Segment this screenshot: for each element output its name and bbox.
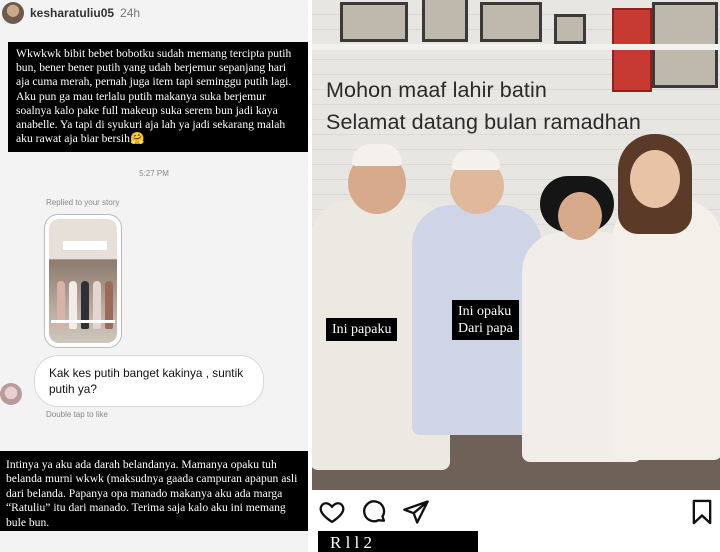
picture-frame <box>554 14 586 44</box>
story-caption-strip <box>51 320 115 323</box>
story-reply-panel: kesharatuliu05 24h Wkwkwk bibit bebet bo… <box>0 0 308 552</box>
story-time: 24h <box>120 6 141 20</box>
story-caption-bottom: Intinya ya aku ada darah belandanya. Mam… <box>0 451 308 531</box>
shelf <box>312 44 720 50</box>
replied-to-story-label: Replied to your story <box>46 198 120 207</box>
kufi-cap <box>352 144 402 166</box>
label-opa-line-2: Dari papa <box>458 321 513 336</box>
person-woman <box>612 200 720 460</box>
instagram-post: Mohon maaf lahir batin Selamat datang bu… <box>308 0 720 552</box>
story-caption-top: Wkwkwk bibit bebet bobotku sudah memang … <box>8 42 308 152</box>
kufi-cap <box>452 150 500 170</box>
post-headline-1: Mohon maaf lahir batin <box>326 78 547 102</box>
story-thumbnail-image <box>49 219 117 343</box>
picture-frame <box>340 2 408 42</box>
story-thumbnail[interactable] <box>44 214 122 348</box>
head <box>558 192 602 240</box>
heart-icon[interactable] <box>318 498 346 526</box>
post-headline-2: Selamat datang bulan ramadhan <box>326 110 641 134</box>
avatar[interactable] <box>2 2 24 24</box>
next-caption-peek: R l l 2 <box>318 531 478 552</box>
share-icon[interactable] <box>402 498 430 526</box>
red-phone-box <box>612 8 652 92</box>
story-header: kesharatuliu05 24h <box>0 0 308 26</box>
double-tap-hint: Double tap to like <box>46 410 108 419</box>
message-bubble[interactable]: Kak kes putih banget kakinya , suntik pu… <box>34 355 264 407</box>
post-actions <box>308 494 720 530</box>
post-image[interactable]: Mohon maaf lahir batin Selamat datang bu… <box>312 0 720 490</box>
face <box>630 150 680 208</box>
label-papa: Ini papaku <box>326 318 398 341</box>
label-opa-line-1: Ini opaku <box>458 304 512 319</box>
label-opa: Ini opaku Dari papa <box>452 300 519 340</box>
username[interactable]: kesharatuliu05 <box>30 6 114 20</box>
comment-icon[interactable] <box>360 498 388 526</box>
picture-frame <box>480 2 542 42</box>
picture-frame <box>422 0 468 42</box>
bookmark-icon[interactable] <box>688 498 716 526</box>
story-banner <box>63 241 107 250</box>
message-timestamp: 5:27 PM <box>139 169 169 178</box>
sender-avatar[interactable] <box>0 383 22 405</box>
